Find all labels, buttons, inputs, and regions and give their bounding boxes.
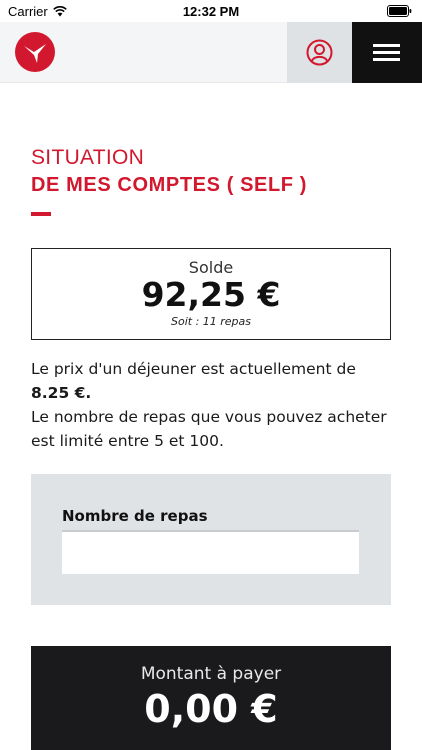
hamburger-menu-icon bbox=[373, 51, 400, 54]
app-header bbox=[0, 22, 422, 83]
battery-icon bbox=[387, 5, 412, 17]
meal-info-text: Le prix d'un déjeuner est actuellement d… bbox=[31, 357, 391, 453]
clock: 12:32 PM bbox=[182, 4, 240, 19]
hamburger-menu-icon bbox=[373, 58, 400, 61]
page-title-line2: DE MES COMPTES ( SELF ) bbox=[31, 174, 308, 196]
payment-label: Montant à payer bbox=[140, 664, 282, 684]
bird-logo-icon[interactable] bbox=[15, 32, 55, 72]
bird-logo-icon bbox=[24, 44, 46, 63]
user-account-icon bbox=[306, 39, 333, 66]
hamburger-menu-button[interactable] bbox=[352, 22, 422, 83]
balance-card: Solde 92,25 € Soit : 11 repas bbox=[31, 248, 391, 340]
meal-count-input[interactable] bbox=[62, 530, 359, 574]
payment-summary: Montant à payer 0,00 € bbox=[31, 646, 391, 750]
meal-limit-info: Le nombre de repas que vous pouvez achet… bbox=[31, 408, 387, 450]
meal-price-info: Le prix d'un déjeuner est actuellement d… bbox=[31, 357, 391, 405]
title-divider bbox=[31, 212, 51, 216]
balance-meals: Soit : 11 repas bbox=[170, 315, 252, 328]
meal-count-form: Nombre de repas bbox=[31, 474, 391, 605]
meal-price-prefix: Le prix d'un déjeuner est actuellement d… bbox=[31, 360, 356, 378]
meal-price-value: 8.25 €. bbox=[31, 384, 92, 402]
user-account-button[interactable] bbox=[287, 22, 352, 83]
payment-amount: 0,00 € bbox=[144, 687, 278, 731]
page-title-line1: SITUATION bbox=[31, 146, 145, 169]
meal-count-label: Nombre de repas bbox=[62, 507, 208, 525]
balance-amount: 92,25 € bbox=[141, 275, 281, 314]
hamburger-menu-icon bbox=[373, 44, 400, 47]
status-bar: Carrier 12:32 PM bbox=[0, 0, 422, 22]
